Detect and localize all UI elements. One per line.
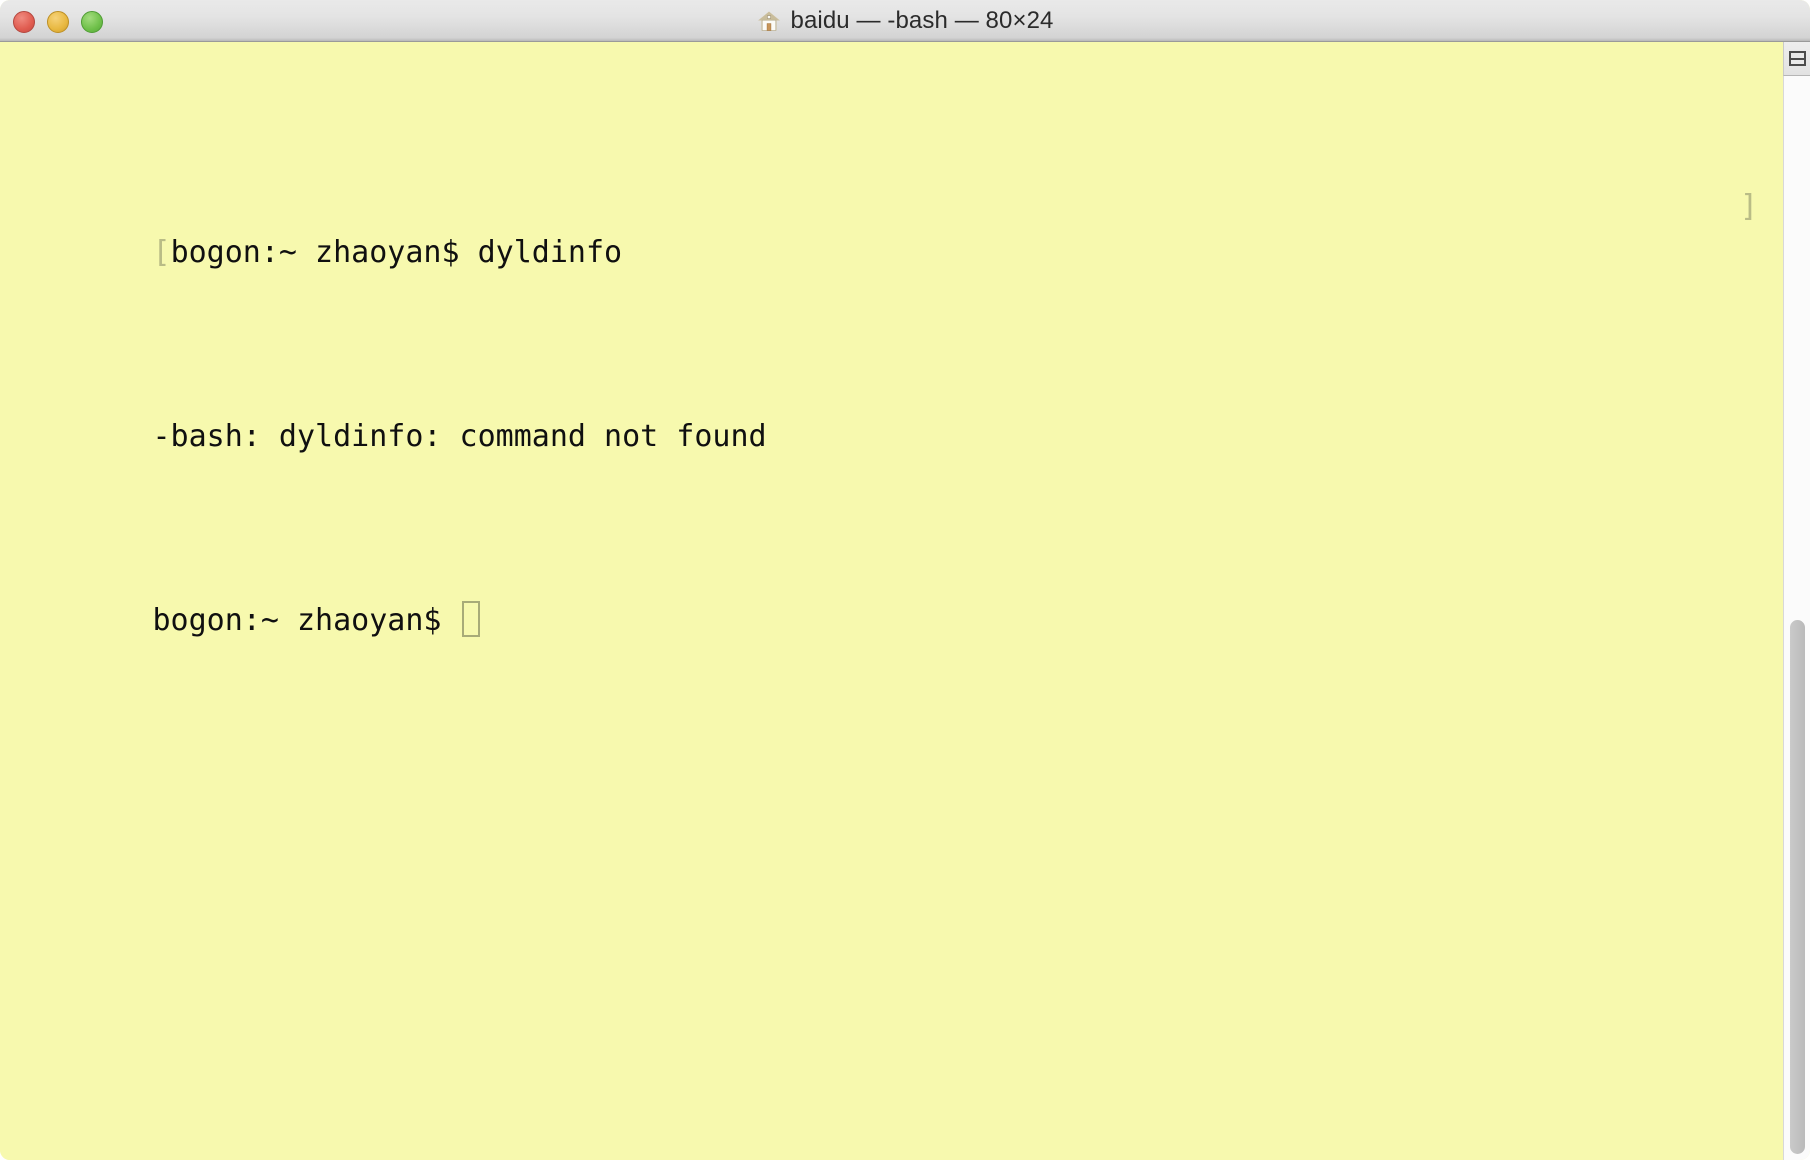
minimize-button[interactable] <box>47 11 69 33</box>
split-pane-icon <box>1789 51 1806 66</box>
window-title-group: baidu — -bash — 80×24 <box>0 0 1810 42</box>
zoom-button[interactable] <box>81 11 103 33</box>
terminal-window: baidu — -bash — 80×24 [bogon:~ zhaoyan$ … <box>0 0 1810 1160</box>
close-button[interactable] <box>13 11 35 33</box>
terminal-line: bogon:~ zhaoyan$ <box>8 552 1778 638</box>
terminal-body[interactable]: [bogon:~ zhaoyan$ dyldinfo] -bash: dyldi… <box>0 42 1783 1160</box>
window-titlebar[interactable]: baidu — -bash — 80×24 <box>0 0 1810 42</box>
terminal-cursor <box>461 601 480 637</box>
split-pane-button[interactable] <box>1783 42 1810 76</box>
terminal-screen[interactable]: [bogon:~ zhaoyan$ dyldinfo] -bash: dyldi… <box>8 46 1778 1156</box>
scrollbar-thumb[interactable] <box>1790 620 1805 1154</box>
vertical-scrollbar[interactable] <box>1783 42 1810 1160</box>
terminal-line-text: bogon:~ zhaoyan$ dyldinfo <box>170 235 623 270</box>
terminal-line-text: bogon:~ zhaoyan$ <box>152 603 460 638</box>
terminal-line: [bogon:~ zhaoyan$ dyldinfo] <box>8 184 1778 270</box>
terminal-line: -bash: dyldinfo: command not found <box>8 368 1778 454</box>
right-marker: ] <box>1739 189 1758 224</box>
terminal-line-text: -bash: dyldinfo: command not found <box>152 419 767 454</box>
left-marker: [ <box>152 235 171 270</box>
window-controls <box>13 11 103 33</box>
home-icon <box>757 11 780 31</box>
window-title: baidu — -bash — 80×24 <box>790 7 1054 34</box>
